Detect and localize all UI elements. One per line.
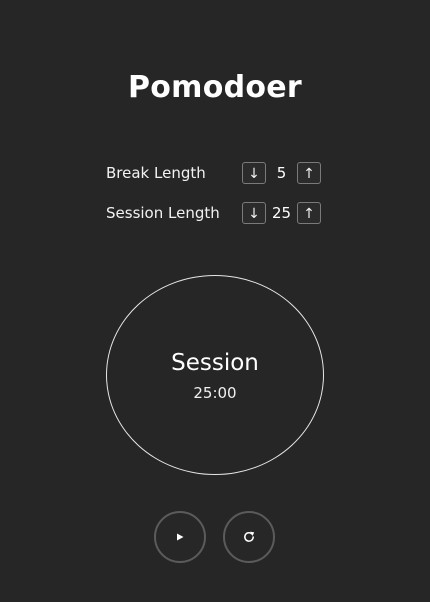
session-length-row: Session Length ↓ 25 ↑ [106, 202, 346, 226]
reset-icon [242, 530, 256, 544]
break-length-row: Break Length ↓ 5 ↑ [106, 162, 346, 186]
arrow-down-icon: ↓ [248, 206, 260, 222]
session-increment-button[interactable]: ↑ [297, 202, 321, 224]
break-increment-button[interactable]: ↑ [297, 162, 321, 184]
break-decrement-button[interactable]: ↓ [242, 162, 266, 184]
app-title: Pomodoer [127, 70, 303, 105]
break-length-label: Break Length [106, 164, 206, 182]
session-length-label: Session Length [106, 204, 220, 222]
session-length-value: 25 [271, 204, 292, 222]
timer-display: Session 25:00 [106, 275, 324, 475]
arrow-down-icon: ↓ [248, 166, 260, 182]
play-icon [175, 532, 185, 542]
arrow-up-icon: ↑ [303, 206, 315, 222]
break-length-value: 5 [276, 164, 287, 182]
timer-time: 25:00 [193, 384, 237, 402]
timer-label: Session [171, 350, 259, 376]
reset-button[interactable] [223, 511, 275, 563]
arrow-up-icon: ↑ [303, 166, 315, 182]
session-decrement-button[interactable]: ↓ [242, 202, 266, 224]
play-button[interactable] [154, 511, 206, 563]
